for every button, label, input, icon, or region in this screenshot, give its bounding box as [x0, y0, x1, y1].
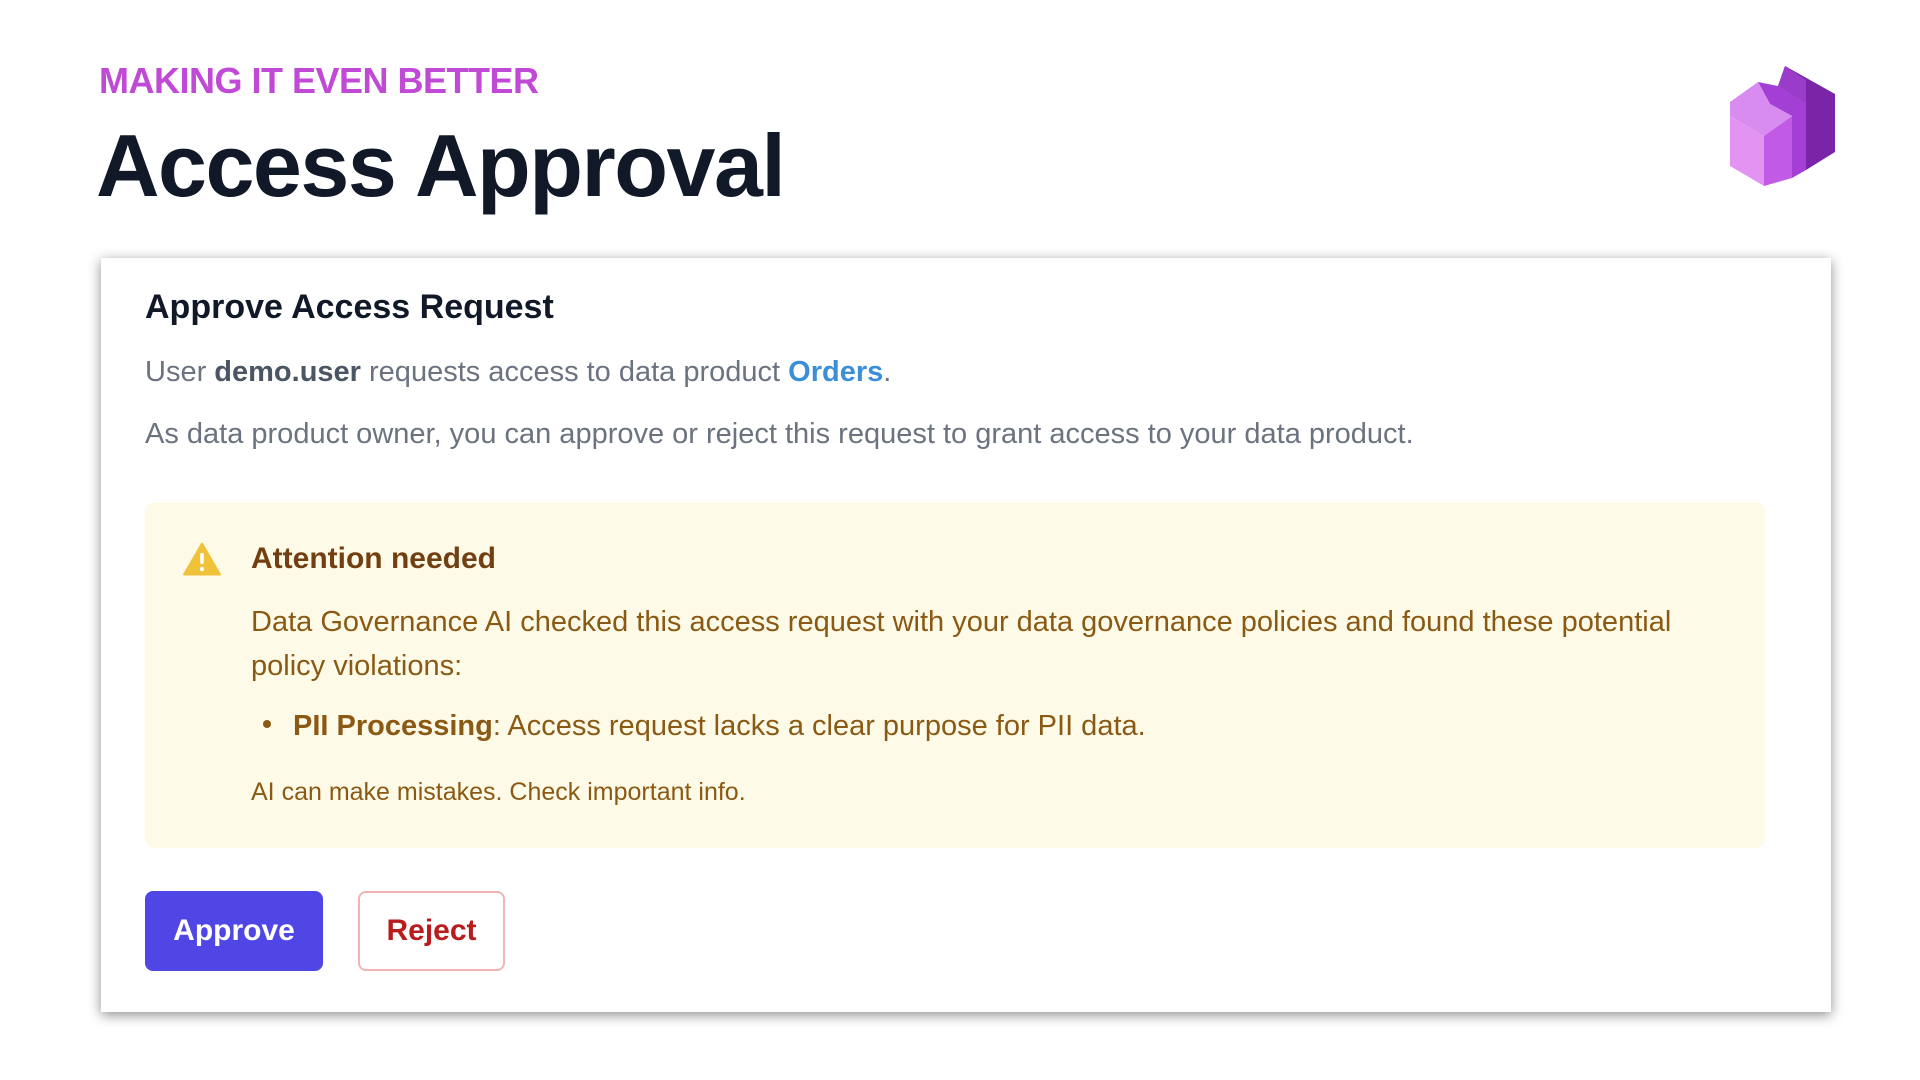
data-product-link[interactable]: Orders: [788, 356, 883, 388]
page-title: Access Approval: [96, 116, 786, 215]
purple-cube-logo-icon: [1730, 66, 1835, 186]
attention-alert: Attention needed Data Governance AI chec…: [145, 502, 1765, 848]
request-prefix: User: [145, 356, 215, 388]
warning-triangle-icon: [183, 542, 221, 576]
approve-button[interactable]: Approve: [145, 891, 323, 971]
approval-card: Approve Access Request User demo.user re…: [101, 258, 1831, 1012]
alert-title: Attention needed: [251, 542, 496, 575]
card-heading: Approve Access Request: [145, 288, 554, 326]
reject-button[interactable]: Reject: [358, 891, 505, 971]
alert-body: Data Governance AI checked this access r…: [251, 606, 1672, 682]
violation-term: PII Processing: [293, 710, 493, 742]
ai-disclaimer: AI can make mistakes. Check important in…: [251, 778, 746, 806]
violation-item: PII Processing: Access request lacks a c…: [263, 710, 1146, 743]
request-suffix: .: [883, 356, 892, 388]
request-middle: requests access to data product: [360, 356, 789, 388]
request-summary: User demo.user requests access to data p…: [145, 356, 891, 389]
requesting-user: demo.user: [214, 356, 361, 388]
owner-description: As data product owner, you can approve o…: [145, 418, 1414, 450]
violation-text: : Access request lacks a clear purpose f…: [492, 710, 1146, 742]
section-kicker: MAKING IT EVEN BETTER: [99, 60, 539, 101]
bullet-dot: [263, 720, 271, 729]
